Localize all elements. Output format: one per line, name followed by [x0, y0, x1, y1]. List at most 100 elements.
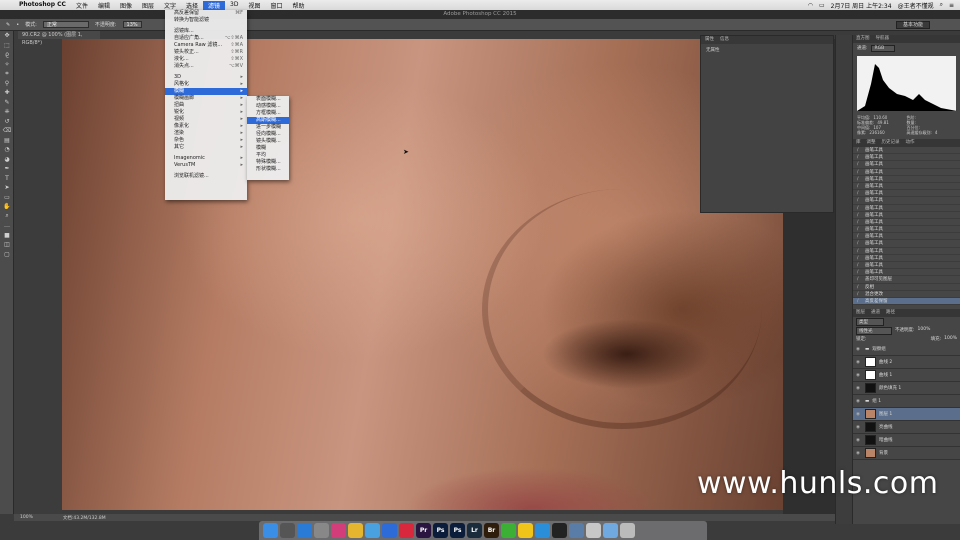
eye-icon[interactable]: ◉ [856, 360, 862, 365]
qq-browser-icon[interactable] [535, 523, 550, 538]
eye-icon[interactable]: ◉ [856, 399, 862, 404]
history-item[interactable]: 画笔工具 [853, 147, 960, 154]
blend-mode-select[interactable]: 线性光 [856, 327, 892, 336]
filter-menu-item[interactable]: VerusTM ▸ [165, 162, 247, 169]
filter-menu-item[interactable]: 转换为智能滤镜 [165, 17, 247, 24]
blur-submenu-item[interactable]: 高斯模糊... [247, 117, 289, 124]
healing-icon[interactable]: ✚ [0, 88, 14, 98]
layer-kind-filter[interactable]: 类型 [856, 318, 884, 327]
history-tab[interactable]: 动作 [906, 139, 915, 147]
safari-icon[interactable] [297, 523, 312, 538]
menu-1[interactable]: 文件 [71, 1, 93, 10]
history-brush-icon[interactable]: ↺ [0, 117, 14, 127]
more-icon[interactable]: … [0, 221, 14, 231]
history-item[interactable]: 画笔工具 [853, 262, 960, 269]
history-item[interactable]: 画笔工具 [853, 183, 960, 190]
layers-tab[interactable]: 通道 [871, 309, 880, 317]
mode-select[interactable]: 正常 [42, 21, 89, 28]
blur-submenu-item[interactable]: 平均 [247, 152, 289, 159]
eye-icon[interactable]: ◉ [856, 373, 862, 378]
preview-icon[interactable] [586, 523, 601, 538]
brush-size-icon[interactable]: • [16, 22, 19, 28]
history-tab[interactable]: 历史记录 [882, 139, 900, 147]
blur-submenu-item[interactable]: 特殊模糊... [247, 159, 289, 166]
filter-menu-item[interactable]: 像素化 ▸ [165, 123, 247, 130]
pen-icon[interactable]: ✒ [0, 164, 14, 174]
trash-icon[interactable] [620, 523, 635, 538]
fg-bg-color-icon[interactable]: ■ [0, 231, 14, 241]
filter-menu-item[interactable]: 高反差保留 ⌘F [165, 10, 247, 17]
filter-menu-item[interactable]: 3D ▸ [165, 74, 247, 81]
history-item[interactable]: 画笔工具 [853, 212, 960, 219]
hand-icon[interactable]: ✋ [0, 202, 14, 212]
qq-icon[interactable] [518, 523, 533, 538]
eye-icon[interactable]: ◉ [856, 438, 862, 443]
eye-icon[interactable]: ◉ [856, 451, 862, 456]
filter-menu-item[interactable]: 镜头校正... ⇧⌘R [165, 49, 247, 56]
zoom-icon[interactable]: ⌕ [0, 212, 14, 222]
wifi-icon[interactable]: ◠ [808, 2, 813, 9]
properties-tab[interactable]: 属性 [705, 36, 714, 44]
eye-icon[interactable]: ◉ [856, 347, 862, 352]
layer-row[interactable]: ◉ 亮曲线 [853, 421, 960, 435]
chrome-icon[interactable] [348, 523, 363, 538]
filter-menu-item[interactable]: 风格化 ▸ [165, 81, 247, 88]
history-item[interactable]: 画笔工具 [853, 226, 960, 233]
layer-row[interactable]: ◉ 背景 [853, 447, 960, 461]
filter-menu-item[interactable]: 自适应广角... ⌥⇧⌘A [165, 35, 247, 42]
battery-icon[interactable]: ▭ [819, 2, 825, 9]
filter-menu-item[interactable]: 其它 ▸ [165, 144, 247, 151]
crop-icon[interactable]: ⌗ [0, 69, 14, 79]
history-item[interactable]: 混合更改 [853, 291, 960, 298]
channel-select[interactable]: RGB [870, 45, 896, 52]
lasso-icon[interactable]: ϱ [0, 50, 14, 60]
history-item[interactable]: 画笔工具 [853, 248, 960, 255]
blur-submenu-item[interactable]: 方框模糊... [247, 110, 289, 117]
filter-menu-item[interactable]: 锐化 ▸ [165, 109, 247, 116]
bridge-icon[interactable]: Br [484, 523, 499, 538]
menu-4[interactable]: 图层 [137, 1, 159, 10]
brush-icon[interactable]: ✎ [0, 98, 14, 108]
type-icon[interactable]: T [0, 174, 14, 184]
menu-0[interactable]: Photoshop CC [14, 1, 71, 10]
filter-menu-item[interactable]: 消失点... ⌥⌘V [165, 63, 247, 70]
menu-5[interactable]: 文字 [159, 1, 181, 10]
phone-icon[interactable] [569, 523, 584, 538]
filter-menu-item[interactable]: 模糊画廊 ▸ [165, 95, 247, 102]
lightroom-icon[interactable]: Lr [467, 523, 482, 538]
filter-menu-item[interactable]: 浏览联机滤镜... [165, 173, 247, 180]
filter-menu-item[interactable]: 渲染 ▸ [165, 130, 247, 137]
gradient-icon[interactable]: ▤ [0, 136, 14, 146]
photoshop2-icon[interactable]: Ps [450, 523, 465, 538]
histogram-tab[interactable]: 直方图 [856, 35, 870, 43]
opacity-input[interactable]: 13% [122, 21, 142, 28]
layer-row[interactable]: ◉ 颜色填充 1 [853, 382, 960, 396]
history-item[interactable]: 反相 [853, 284, 960, 291]
zoom-level[interactable]: 100% [20, 515, 33, 520]
clock[interactable]: 2月7日 周日 上午2:34 [831, 1, 892, 10]
menu-9[interactable]: 视图 [243, 1, 265, 10]
layer-row[interactable]: ◉ 曲线 1 [853, 369, 960, 383]
history-item[interactable]: 画笔工具 [853, 255, 960, 262]
folder-icon[interactable] [603, 523, 618, 538]
menu-7[interactable]: 滤镜 [203, 0, 226, 10]
filter-menu-item[interactable]: 滤镜库... [165, 28, 247, 35]
launchpad-icon[interactable] [280, 523, 295, 538]
filter-menu-item[interactable]: 视频 ▸ [165, 116, 247, 123]
history-item[interactable]: 画笔工具 [853, 154, 960, 162]
screen-mode-icon[interactable]: ▢ [0, 250, 14, 260]
quick-mask-icon[interactable]: ◫ [0, 240, 14, 250]
music-icon[interactable] [399, 523, 414, 538]
premiere-icon[interactable]: Pr [416, 523, 431, 538]
layer-row[interactable]: ◉ ▬ 观察组 [853, 343, 960, 357]
history-item[interactable]: 画笔工具 [853, 269, 960, 277]
menu-3[interactable]: 图像 [115, 1, 137, 10]
wechat-icon[interactable] [501, 523, 516, 538]
blur-submenu-item[interactable]: 径向模糊... [247, 131, 289, 138]
stamp-icon[interactable]: ⎈ [0, 107, 14, 117]
menu-10[interactable]: 窗口 [266, 1, 288, 10]
blur-submenu-item[interactable]: 动感模糊... [247, 103, 289, 110]
menu-6[interactable]: 选择 [181, 1, 203, 10]
history-item[interactable]: 画笔工具 [853, 240, 960, 248]
filter-menu-item[interactable]: Imagenomic ▸ [165, 155, 247, 162]
